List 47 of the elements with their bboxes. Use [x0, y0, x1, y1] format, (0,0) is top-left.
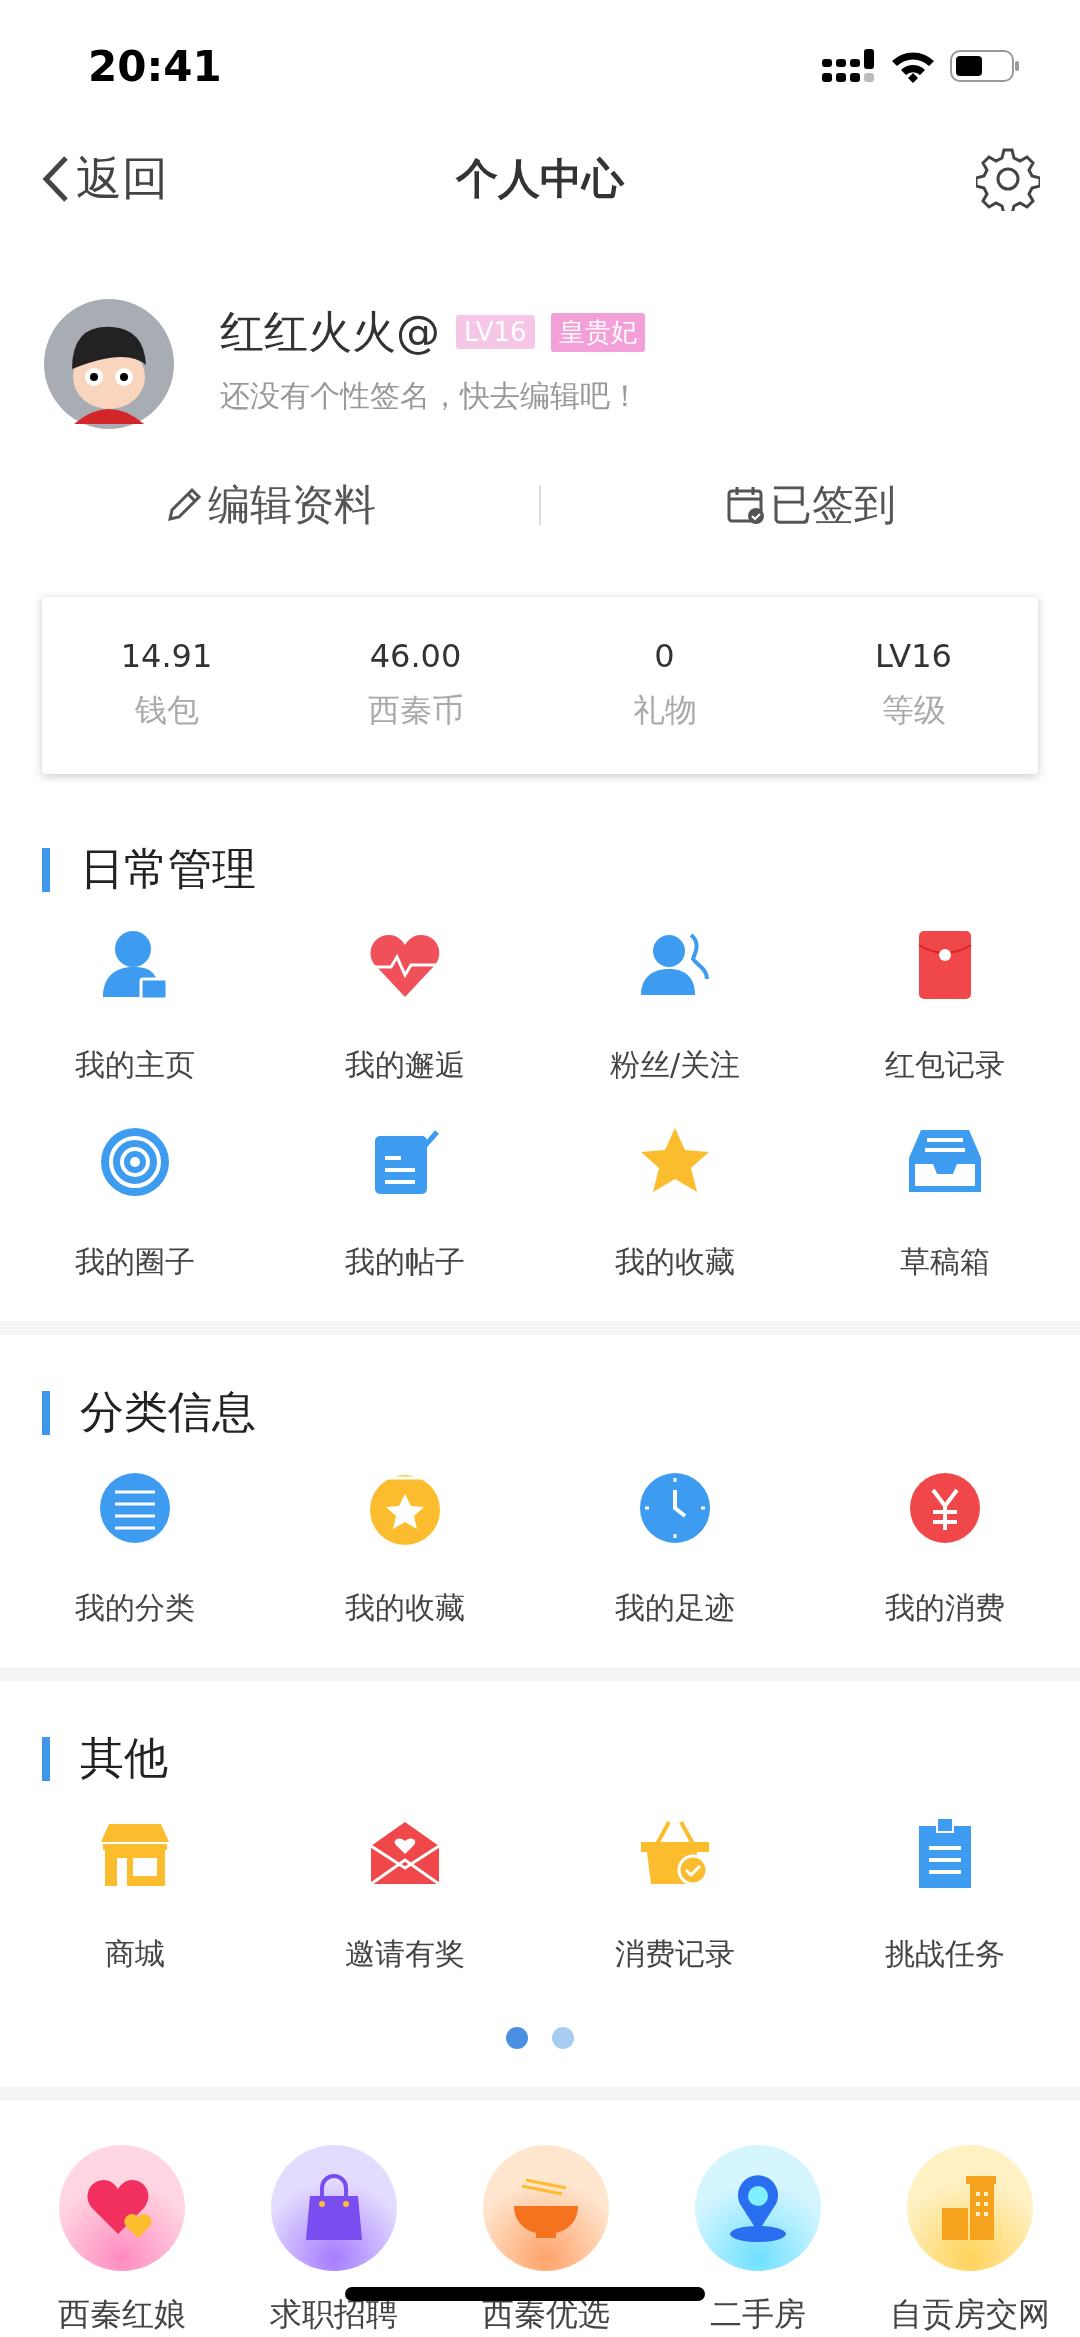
status-time: 20:41: [88, 41, 222, 91]
stat-value: 14.91: [120, 637, 213, 676]
settings-icon[interactable]: [976, 147, 1040, 212]
signature-text: 还没有个性签名，快去编辑吧！: [220, 376, 641, 415]
menu-item[interactable]: 我的分类: [0, 1468, 270, 1629]
menu-item[interactable]: 我的主页: [0, 925, 270, 1086]
stat-label: 等级: [881, 690, 946, 732]
section-title: 分类信息: [80, 1385, 256, 1439]
section-title: 日常管理: [80, 842, 256, 896]
menu-item[interactable]: 消费记录: [540, 1814, 810, 1975]
calendar-check-icon: [725, 485, 766, 526]
stat-label: 西秦币: [367, 690, 464, 732]
wifi-icon: [890, 49, 936, 84]
section-title: 其他: [80, 1731, 168, 1785]
menu-item[interactable]: 我的圈子: [0, 1122, 270, 1283]
avatar[interactable]: [44, 298, 174, 429]
section-marker: [42, 1390, 50, 1435]
signal-icon: [822, 49, 876, 84]
section-marker: [42, 1736, 50, 1781]
stat-label: 钱包: [134, 690, 199, 732]
page-dot[interactable]: [506, 2027, 528, 2049]
menu-item[interactable]: 我的邂逅: [270, 925, 540, 1086]
menu-item[interactable]: 我的消费: [810, 1468, 1080, 1629]
page-dot[interactable]: [552, 2027, 574, 2049]
checked-in-button[interactable]: 已签到: [541, 476, 1080, 535]
stat-value: LV16: [875, 637, 952, 676]
menu-item[interactable]: 粉丝/关注: [540, 925, 810, 1086]
menu-item[interactable]: 邀请有奖: [270, 1814, 540, 1975]
edit-profile-button[interactable]: 编辑资料: [0, 476, 539, 535]
stat-value: 0: [654, 637, 675, 676]
back-button[interactable]: 返回: [40, 148, 168, 211]
battery-icon: [950, 49, 1020, 84]
level-badge: LV16: [456, 315, 535, 350]
stat-label: 礼物: [632, 690, 697, 732]
menu-item[interactable]: 我的帖子: [270, 1122, 540, 1283]
page-title: 个人中心: [456, 153, 624, 206]
menu-item[interactable]: 挑战任务: [810, 1814, 1080, 1975]
user-name: 红红火火@: [220, 304, 440, 359]
menu-item[interactable]: 红包记录: [810, 925, 1080, 1086]
menu-item[interactable]: 草稿箱: [810, 1122, 1080, 1283]
menu-item[interactable]: 我的收藏: [540, 1122, 810, 1283]
menu-item[interactable]: 我的足迹: [540, 1468, 810, 1629]
section-marker: [42, 847, 50, 892]
stat-value: 46.00: [369, 637, 462, 676]
menu-item[interactable]: 商城: [0, 1814, 270, 1975]
title-badge: 皇贵妃: [550, 312, 645, 352]
menu-item[interactable]: 我的收藏: [270, 1468, 540, 1629]
